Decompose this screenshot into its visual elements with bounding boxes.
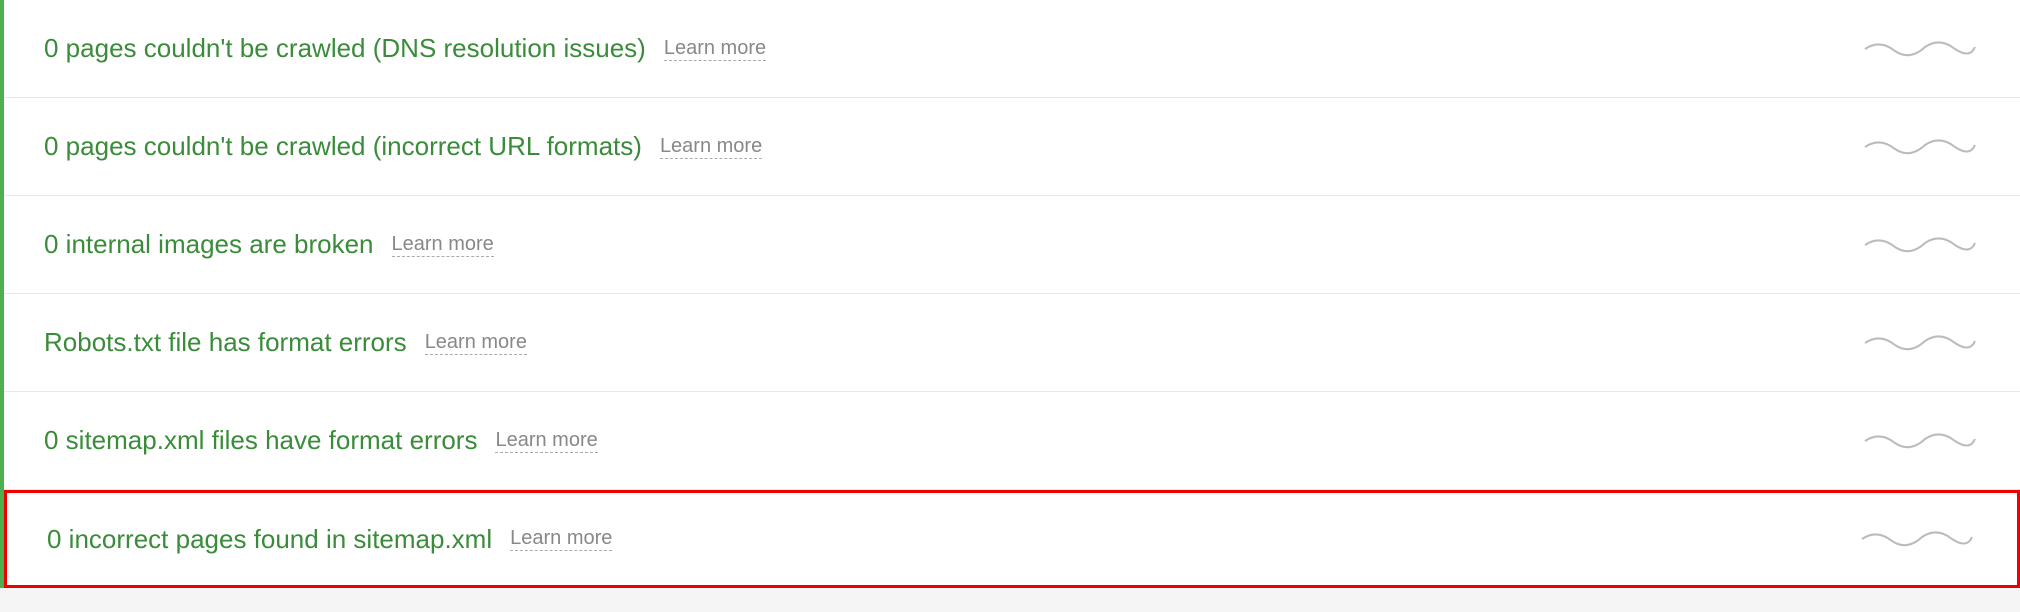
row-label-robots-txt: Robots.txt file has format errors <box>44 327 407 358</box>
sparkline-incorrect-url <box>1860 127 1980 167</box>
row-label-sitemap-format: 0 sitemap.xml files have format errors <box>44 425 477 456</box>
row-label-broken-images: 0 internal images are broken <box>44 229 374 260</box>
sparkline-broken-images <box>1860 225 1980 265</box>
table-row-sitemap-incorrect: 0 incorrect pages found in sitemap.xml Le… <box>4 490 2020 588</box>
sparkline-sitemap-incorrect <box>1857 519 1977 559</box>
learn-more-link-robots-txt[interactable]: Learn more <box>425 331 527 355</box>
table-row-robots-txt: Robots.txt file has format errors Learn m… <box>4 294 2020 392</box>
learn-more-link-dns-resolution[interactable]: Learn more <box>664 37 766 61</box>
row-left-sitemap-incorrect: 0 incorrect pages found in sitemap.xml Le… <box>47 524 612 555</box>
row-label-dns-resolution: 0 pages couldn't be crawled (DNS resolut… <box>44 33 646 64</box>
learn-more-link-incorrect-url[interactable]: Learn more <box>660 135 762 159</box>
row-left-broken-images: 0 internal images are broken Learn more <box>44 229 494 260</box>
learn-more-link-broken-images[interactable]: Learn more <box>392 233 494 257</box>
row-left-robots-txt: Robots.txt file has format errors Learn m… <box>44 327 527 358</box>
row-left-sitemap-format: 0 sitemap.xml files have format errors Le… <box>44 425 598 456</box>
table-row-broken-images: 0 internal images are broken Learn more <box>4 196 2020 294</box>
table-row-sitemap-format: 0 sitemap.xml files have format errors Le… <box>4 392 2020 490</box>
issues-list: 0 pages couldn't be crawled (DNS resolut… <box>0 0 2020 588</box>
learn-more-link-sitemap-incorrect[interactable]: Learn more <box>510 527 612 551</box>
learn-more-link-sitemap-format[interactable]: Learn more <box>495 429 597 453</box>
row-label-incorrect-url: 0 pages couldn't be crawled (incorrect U… <box>44 131 642 162</box>
row-label-sitemap-incorrect: 0 incorrect pages found in sitemap.xml <box>47 524 492 555</box>
sparkline-robots-txt <box>1860 323 1980 363</box>
table-row-dns-resolution: 0 pages couldn't be crawled (DNS resolut… <box>4 0 2020 98</box>
sparkline-dns-resolution <box>1860 29 1980 69</box>
row-left-dns-resolution: 0 pages couldn't be crawled (DNS resolut… <box>44 33 766 64</box>
table-row-incorrect-url: 0 pages couldn't be crawled (incorrect U… <box>4 98 2020 196</box>
sparkline-sitemap-format <box>1860 421 1980 461</box>
row-left-incorrect-url: 0 pages couldn't be crawled (incorrect U… <box>44 131 762 162</box>
